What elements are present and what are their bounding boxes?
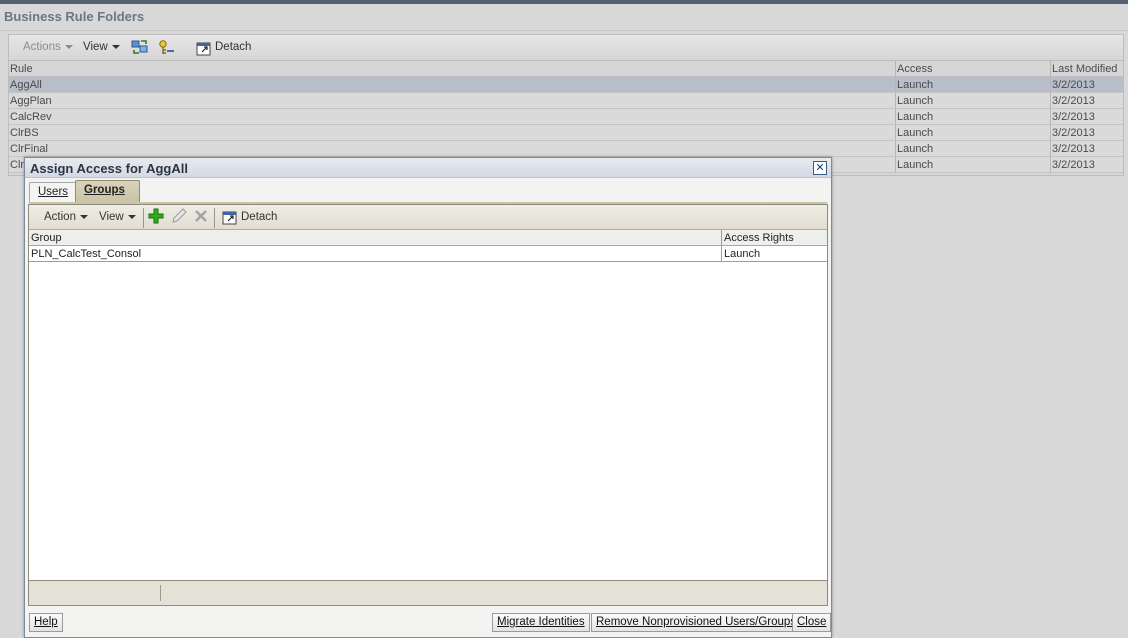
column-divider[interactable] (1050, 61, 1051, 76)
column-divider (1050, 141, 1051, 156)
column-divider (895, 109, 896, 124)
status-bar-divider (160, 585, 161, 601)
table-row[interactable]: CalcRev Launch 3/2/2013 (9, 109, 1123, 125)
column-divider (1050, 77, 1051, 92)
column-divider (1050, 109, 1051, 124)
panel-title: Business Rule Folders (4, 9, 145, 24)
groups-table-header: Group Access Rights (29, 230, 827, 246)
modified-cell: 3/2/2013 (1052, 95, 1095, 107)
migrate-identities-button[interactable]: Migrate Identities (492, 613, 590, 632)
dropdown-caret-icon (111, 44, 120, 49)
groups-panel: Action View Detach Group Access Rights P… (28, 204, 828, 606)
edit-icon[interactable] (171, 208, 187, 224)
modified-cell: 3/2/2013 (1052, 143, 1095, 155)
column-header-rule[interactable]: Rule (10, 63, 33, 75)
modified-cell: 3/2/2013 (1052, 111, 1095, 123)
view-menu[interactable]: View (99, 211, 136, 223)
access-cell: Launch (897, 143, 934, 155)
rule-cell: AggAll (10, 79, 42, 91)
rule-cell: Clr (10, 159, 25, 171)
delete-icon[interactable] (193, 208, 209, 224)
column-divider[interactable] (895, 61, 896, 76)
close-icon[interactable]: ✕ (813, 161, 827, 175)
action-menu[interactable]: Action (44, 211, 88, 223)
rule-cell: CalcRev (10, 111, 52, 123)
view-menu-label: View (99, 211, 124, 223)
refresh-icon[interactable] (131, 39, 149, 55)
detach-label: Detach (215, 41, 252, 53)
dropdown-caret-icon (64, 44, 73, 49)
access-cell: Launch (897, 159, 934, 171)
column-divider (1050, 125, 1051, 140)
table-row[interactable]: ClrFinal Launch 3/2/2013 (9, 141, 1123, 157)
access-rights-cell: Launch (724, 248, 761, 260)
actions-menu[interactable]: Actions (23, 41, 73, 53)
action-menu-label: Action (44, 211, 76, 223)
key-icon[interactable] (158, 39, 176, 56)
access-cell: Launch (897, 127, 934, 139)
modified-cell: 3/2/2013 (1052, 159, 1095, 171)
assign-access-dialog: Assign Access for AggAll ✕ Users Groups … (24, 157, 832, 638)
view-menu[interactable]: View (83, 41, 120, 53)
dropdown-caret-icon (79, 214, 88, 219)
table-row[interactable]: ClrBS Launch 3/2/2013 (9, 125, 1123, 141)
detach-button[interactable]: Detach (241, 211, 277, 223)
table-status-bar (29, 580, 827, 605)
column-divider (895, 77, 896, 92)
table-row[interactable]: AggAll Launch 3/2/2013 (9, 77, 1123, 93)
rule-cell: ClrFinal (10, 143, 48, 155)
groups-table: Group Access Rights PLN_CalcTest_Consol … (29, 230, 827, 580)
access-cell: Launch (897, 95, 934, 107)
remove-nonprovisioned-button[interactable]: Remove Nonprovisioned Users/Groups (591, 613, 802, 632)
column-divider (895, 93, 896, 108)
groups-toolbar: Action View Detach (29, 205, 827, 230)
toolbar-separator (143, 208, 144, 228)
rules-table-header: Rule Access Last Modified (9, 61, 1123, 77)
column-divider (1050, 157, 1051, 172)
dialog-tabs: Users Groups (29, 180, 827, 202)
modified-cell: 3/2/2013 (1052, 79, 1095, 91)
help-button[interactable]: Help (29, 613, 63, 632)
column-divider (895, 157, 896, 172)
tab-groups[interactable]: Groups (75, 180, 140, 202)
column-divider (1050, 93, 1051, 108)
table-row[interactable]: AggPlan Launch 3/2/2013 (9, 93, 1123, 109)
column-divider (895, 141, 896, 156)
toolbar-separator (214, 208, 215, 228)
rule-cell: AggPlan (10, 95, 52, 107)
detach-button[interactable]: Detach (215, 41, 251, 53)
panel-toolbar: Actions View Detach (8, 34, 1124, 60)
dialog-header[interactable]: Assign Access for AggAll ✕ (25, 158, 831, 178)
tab-users[interactable]: Users (29, 182, 78, 202)
detach-icon[interactable] (196, 40, 212, 56)
add-icon[interactable] (148, 208, 164, 224)
access-cell: Launch (897, 79, 934, 91)
close-button[interactable]: Close (792, 613, 832, 632)
column-header-access[interactable]: Access (897, 63, 932, 75)
column-header-group[interactable]: Group (31, 232, 62, 244)
view-menu-label: View (83, 41, 108, 53)
actions-menu-label: Actions (23, 41, 61, 53)
modified-cell: 3/2/2013 (1052, 127, 1095, 139)
group-cell: PLN_CalcTest_Consol (31, 248, 142, 260)
column-header-access-rights[interactable]: Access Rights (724, 232, 794, 244)
column-header-last-modified[interactable]: Last Modified (1052, 63, 1117, 75)
rule-cell: ClrBS (10, 127, 39, 139)
title-divider (0, 30, 1128, 31)
dropdown-caret-icon (127, 214, 136, 219)
column-divider (895, 125, 896, 140)
table-row[interactable]: PLN_CalcTest_Consol Launch (29, 246, 827, 262)
dialog-title: Assign Access for AggAll (30, 161, 188, 176)
access-cell: Launch (897, 111, 934, 123)
detach-label: Detach (241, 211, 278, 223)
detach-icon[interactable] (222, 209, 238, 225)
